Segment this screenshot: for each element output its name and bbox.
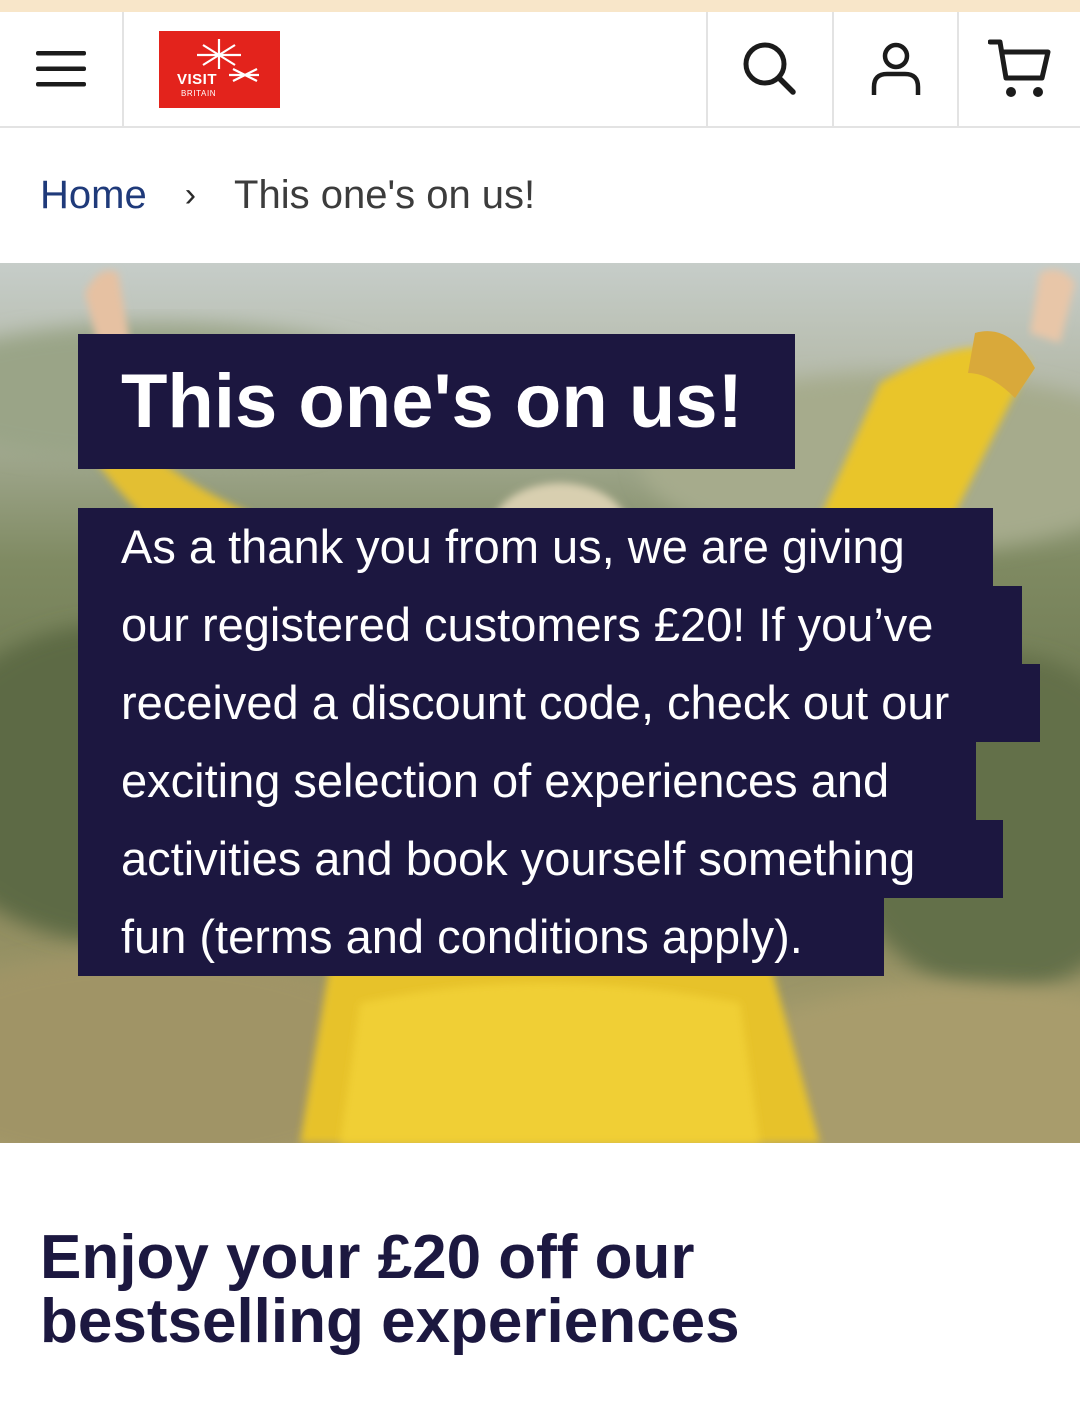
- logo-link[interactable]: VISIT BRITAIN: [124, 12, 706, 126]
- hero-banner: This one's on us! As a thank you from us…: [0, 263, 1080, 1143]
- search-button[interactable]: [706, 12, 832, 126]
- promo-heading: Enjoy your £20 off our bestselling exper…: [40, 1226, 1040, 1354]
- hero-body-line: received a discount code, check out our: [78, 664, 1040, 742]
- site-header: VISIT BRITAIN: [0, 12, 1080, 128]
- account-button[interactable]: [832, 12, 957, 126]
- logo-text-visit: VISIT: [177, 70, 218, 88]
- shopping-cart-icon: [987, 39, 1050, 97]
- hero-body-line: our registered customers £20! If you’ve: [78, 586, 1022, 664]
- visit-britain-logo: VISIT BRITAIN: [159, 30, 280, 108]
- hero-title-box: This one's on us!: [78, 334, 795, 469]
- logo-text-britain: BRITAIN: [181, 88, 217, 98]
- top-accent-strip: [0, 0, 1080, 12]
- hero-body-line: activities and book yourself something: [78, 820, 1003, 898]
- breadcrumb-home-link[interactable]: Home: [40, 173, 147, 218]
- cart-button[interactable]: [957, 12, 1080, 126]
- hero-body-line: fun (terms and conditions apply).: [78, 898, 884, 976]
- promo-heading-line1: Enjoy your £20 off our: [40, 1223, 695, 1292]
- menu-button[interactable]: [0, 12, 124, 126]
- hero-body-line: exciting selection of experiences and: [78, 742, 976, 820]
- hero-title: This one's on us!: [121, 359, 743, 444]
- breadcrumb-separator: ›: [184, 175, 197, 214]
- hero-body-line: As a thank you from us, we are giving: [78, 508, 993, 586]
- user-icon: [871, 42, 920, 95]
- search-icon: [743, 42, 796, 95]
- breadcrumb: Home › This one's on us!: [40, 170, 535, 220]
- breadcrumb-current: This one's on us!: [234, 172, 536, 217]
- hamburger-menu-icon: [36, 51, 86, 87]
- promo-heading-line2: bestselling experiences: [40, 1287, 740, 1356]
